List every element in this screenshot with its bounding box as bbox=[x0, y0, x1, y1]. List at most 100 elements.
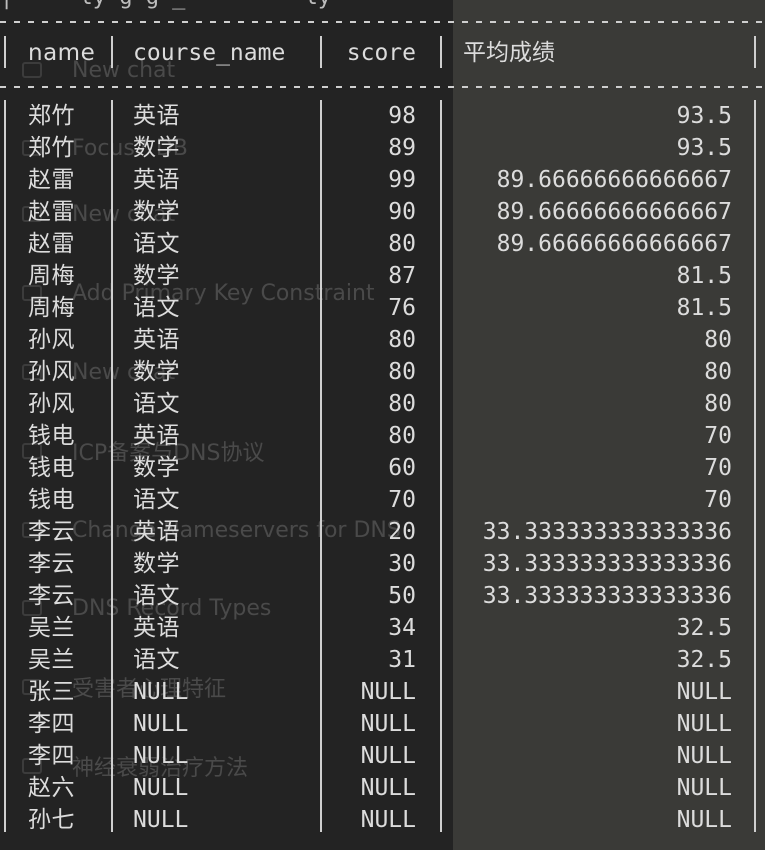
cell-score: NULL bbox=[360, 679, 416, 705]
cell-average-score: 81.5 bbox=[676, 295, 732, 321]
cell-course-name: 英语 bbox=[133, 167, 180, 193]
cell-average-score: NULL bbox=[676, 775, 732, 801]
cell-average-score: 70 bbox=[704, 455, 732, 481]
cell-name: 郑竹 bbox=[28, 103, 75, 129]
cell-course-name: 数学 bbox=[133, 263, 180, 289]
column-divider bbox=[320, 36, 322, 68]
cell-name: 孙风 bbox=[28, 327, 75, 353]
cell-name: 赵雷 bbox=[28, 231, 75, 257]
cell-name: 赵雷 bbox=[28, 199, 75, 225]
cell-score: NULL bbox=[360, 743, 416, 769]
column-header-course-name: course_name bbox=[133, 40, 286, 66]
cell-score: 20 bbox=[388, 519, 416, 545]
cell-average-score: 89.66666666666667 bbox=[496, 199, 732, 225]
cell-score: 76 bbox=[388, 295, 416, 321]
cell-course-name: 数学 bbox=[133, 199, 180, 225]
cell-course-name: 语文 bbox=[133, 295, 180, 321]
column-header-name: name bbox=[28, 40, 96, 66]
cell-score: 34 bbox=[388, 615, 416, 641]
cell-name: 孙风 bbox=[28, 391, 75, 417]
cell-score: 98 bbox=[388, 103, 416, 129]
cell-course-name: 语文 bbox=[133, 391, 180, 417]
cell-name: 孙七 bbox=[28, 807, 75, 833]
cell-score: 80 bbox=[388, 327, 416, 353]
cell-course-name: NULL bbox=[133, 775, 189, 801]
cell-average-score: 80 bbox=[704, 327, 732, 353]
cell-course-name: 语文 bbox=[133, 583, 180, 609]
cell-name: 周梅 bbox=[28, 263, 75, 289]
cell-name: 李云 bbox=[28, 519, 75, 545]
cell-score: 60 bbox=[388, 455, 416, 481]
cell-average-score: 33.333333333333336 bbox=[482, 583, 732, 609]
cell-score: 31 bbox=[388, 647, 416, 673]
column-header-score: score bbox=[346, 40, 416, 66]
cell-score: 80 bbox=[388, 391, 416, 417]
cell-name: 周梅 bbox=[28, 295, 75, 321]
cell-course-name: 数学 bbox=[133, 135, 180, 161]
cell-average-score: 80 bbox=[704, 391, 732, 417]
cell-average-score: 32.5 bbox=[676, 615, 732, 641]
cell-score: 90 bbox=[388, 199, 416, 225]
cell-score: NULL bbox=[360, 775, 416, 801]
cell-name: 钱电 bbox=[28, 423, 75, 449]
cell-name: 郑竹 bbox=[28, 135, 75, 161]
cell-course-name: 数学 bbox=[133, 359, 180, 385]
cell-score: 87 bbox=[388, 263, 416, 289]
cell-name: 张三 bbox=[28, 679, 75, 705]
column-header-average-score: 平均成绩 bbox=[463, 40, 555, 66]
cell-name: 孙风 bbox=[28, 359, 75, 385]
cell-score: 89 bbox=[388, 135, 416, 161]
cell-score: 70 bbox=[388, 487, 416, 513]
cell-score: 80 bbox=[388, 423, 416, 449]
header-separator bbox=[0, 86, 765, 88]
cell-average-score: 93.5 bbox=[676, 103, 732, 129]
cell-average-score: NULL bbox=[676, 743, 732, 769]
column-divider bbox=[111, 100, 113, 832]
cell-course-name: 语文 bbox=[133, 647, 180, 673]
cell-course-name: 英语 bbox=[133, 103, 180, 129]
table-top-border bbox=[0, 21, 765, 23]
cell-average-score: 33.333333333333336 bbox=[482, 551, 732, 577]
cell-average-score: NULL bbox=[676, 807, 732, 833]
cell-name: 吴兰 bbox=[28, 647, 75, 673]
cell-course-name: 语文 bbox=[133, 231, 180, 257]
cell-name: 钱电 bbox=[28, 455, 75, 481]
cell-score: 50 bbox=[388, 583, 416, 609]
cell-name: 李云 bbox=[28, 583, 75, 609]
cell-average-score: 32.5 bbox=[676, 647, 732, 673]
cell-course-name: NULL bbox=[133, 743, 189, 769]
cell-average-score: NULL bbox=[676, 711, 732, 737]
cell-course-name: 英语 bbox=[133, 327, 180, 353]
cell-average-score: 93.5 bbox=[676, 135, 732, 161]
column-divider bbox=[4, 36, 6, 68]
cell-name: 李云 bbox=[28, 551, 75, 577]
cell-name: 钱电 bbox=[28, 487, 75, 513]
column-divider bbox=[754, 100, 756, 832]
cell-course-name: NULL bbox=[133, 679, 189, 705]
cell-average-score: 89.66666666666667 bbox=[496, 231, 732, 257]
cell-average-score: 81.5 bbox=[676, 263, 732, 289]
column-divider bbox=[754, 36, 756, 68]
column-divider bbox=[320, 100, 322, 832]
cell-average-score: 33.333333333333336 bbox=[482, 519, 732, 545]
cell-name: 李四 bbox=[28, 743, 75, 769]
cell-name: 吴兰 bbox=[28, 615, 75, 641]
cell-average-score: NULL bbox=[676, 679, 732, 705]
cell-name: 赵雷 bbox=[28, 167, 75, 193]
cell-course-name: 英语 bbox=[133, 519, 180, 545]
column-divider bbox=[440, 100, 442, 832]
column-divider bbox=[440, 36, 442, 68]
cell-name: 赵六 bbox=[28, 775, 75, 801]
column-divider bbox=[111, 36, 113, 68]
cell-average-score: 89.66666666666667 bbox=[496, 167, 732, 193]
cell-score: 80 bbox=[388, 359, 416, 385]
cell-score: 99 bbox=[388, 167, 416, 193]
cell-name: 李四 bbox=[28, 711, 75, 737]
column-divider bbox=[4, 100, 6, 832]
cell-course-name: 英语 bbox=[133, 423, 180, 449]
cell-course-name: 数学 bbox=[133, 455, 180, 481]
top-cutoff-line: | ··· ly g g _ · · · · ly · bbox=[0, 0, 765, 10]
cell-score: 80 bbox=[388, 231, 416, 257]
cell-course-name: 英语 bbox=[133, 615, 180, 641]
cell-average-score: 80 bbox=[704, 359, 732, 385]
